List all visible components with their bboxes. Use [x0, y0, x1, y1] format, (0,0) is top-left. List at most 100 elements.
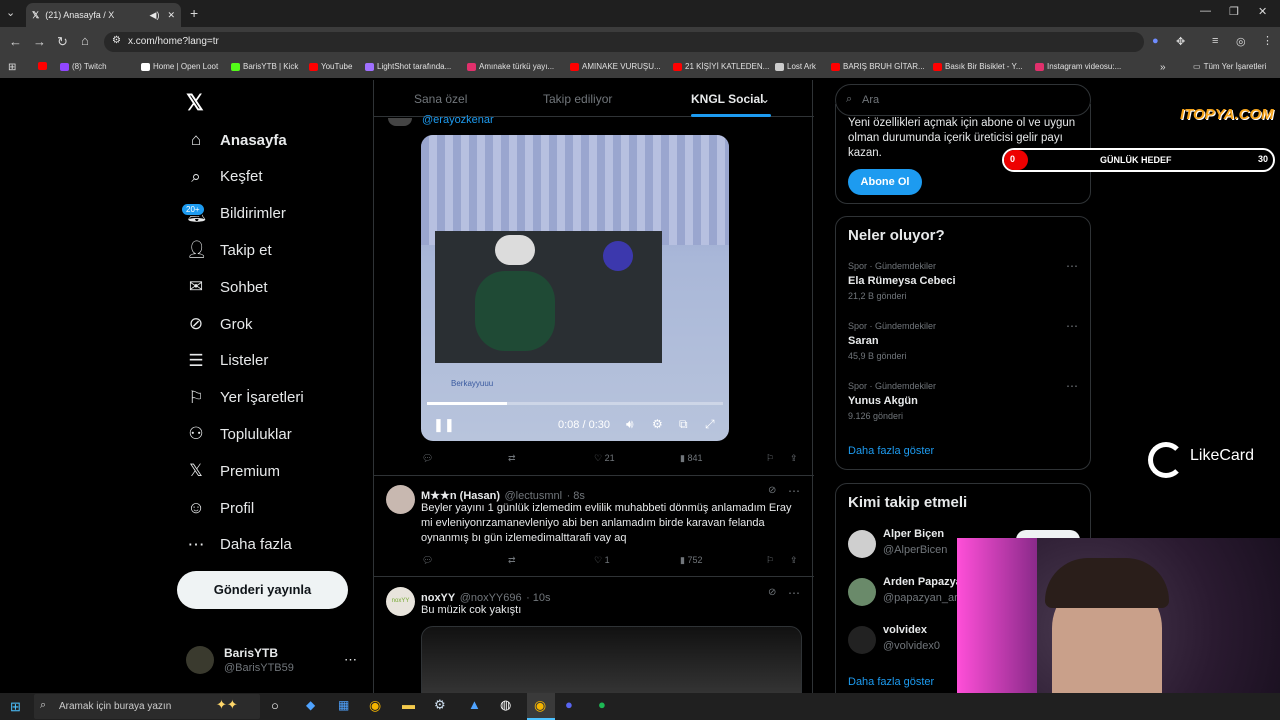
bookmark-item[interactable]: Amınake türkü yayı... [467, 62, 554, 71]
grok-icon[interactable]: ⊘ [768, 485, 776, 496]
app-icon[interactable]: ▲ [468, 697, 481, 712]
views-stat[interactable]: ▮ 841 [680, 453, 702, 464]
spotify-icon[interactable]: ● [598, 697, 606, 712]
reload-icon[interactable]: ↻ [57, 34, 68, 50]
browser-tab[interactable]: 𝕏 (21) Anasayfa / X ◀) ✕ [26, 3, 181, 27]
sidebar-item-grok[interactable]: ⊘ Grok [186, 314, 253, 334]
site-info-icon[interactable]: ⚙ [112, 35, 121, 46]
taskbar-search[interactable]: ⌕ Aramak için buraya yazın ✦✦ [34, 694, 260, 719]
menu-icon[interactable]: ⋮ [1262, 34, 1273, 47]
bookmark-youtube-icon[interactable] [38, 62, 47, 70]
like-button[interactable]: ♡ 1 [594, 555, 610, 566]
sidebar-item-bookmark[interactable]: ⚐ Yer İşaretleri [186, 388, 303, 408]
close-window-button[interactable]: ✕ [1258, 5, 1267, 18]
explorer-icon[interactable]: ▬ [402, 697, 415, 712]
sidebar-item-mail[interactable]: ✉ Sohbet [186, 277, 268, 297]
maximize-button[interactable]: ❐ [1229, 5, 1239, 18]
minimize-button[interactable]: — [1200, 5, 1211, 17]
pip-icon[interactable]: ⧉ [679, 417, 688, 432]
sidebar-item-profile[interactable]: ☺ Profil [186, 498, 254, 518]
avatar[interactable]: noxYY [386, 587, 415, 616]
video-thumbnail[interactable] [421, 626, 802, 693]
trend-menu-icon[interactable]: ⋯ [1066, 379, 1078, 393]
avatar[interactable] [386, 485, 415, 514]
settings-icon[interactable]: ⚙ [652, 417, 663, 431]
bookmark-item[interactable]: (8) Twitch [60, 62, 107, 71]
tab-kngl-social[interactable]: KNGL Social [691, 92, 763, 106]
user-avatar[interactable] [186, 646, 214, 674]
bookmark-item[interactable]: Home | Open Loot [141, 62, 218, 71]
reply-icon[interactable]: 💬︎ [422, 555, 433, 566]
trend-menu-icon[interactable]: ⋯ [1066, 259, 1078, 273]
share-icon[interactable]: ⇪ [790, 453, 798, 464]
tab-for-you[interactable]: Sana özel [414, 92, 467, 106]
tweet-menu-icon[interactable]: ⋯ [788, 586, 800, 600]
bookmark-item[interactable]: BARIŞ BRUH GİTAR... [831, 62, 925, 71]
sidebar-item-communities[interactable]: ⚇ Topluluklar [186, 424, 291, 444]
bookmark-item[interactable]: AMINAKE VURUŞU... [570, 62, 661, 71]
volume-icon[interactable]: 🔊︎ [626, 417, 634, 432]
chrome-icon[interactable]: ◉ [369, 697, 381, 714]
media-icon[interactable]: ≡ [1212, 35, 1218, 47]
bookmark-icon[interactable]: ⚐ [766, 453, 774, 464]
steam-icon[interactable]: ⚙ [434, 697, 446, 713]
all-bookmarks[interactable]: ▭ Tüm Yer İşaretleri [1193, 62, 1266, 71]
pause-icon[interactable]: ❚❚ [433, 417, 455, 433]
sidebar-item-more[interactable]: ⋯ Daha fazla [186, 535, 292, 555]
avatar[interactable] [848, 530, 876, 558]
windows-start-icon[interactable]: ⊞ [10, 699, 21, 715]
retweet-icon[interactable]: ⇄ [508, 555, 516, 566]
back-icon[interactable]: ← [9, 34, 22, 49]
sidebar-item-list[interactable]: ☰ Listeler [186, 351, 268, 371]
bookmark-item[interactable]: Basık Bir Bisiklet - Y... [933, 62, 1023, 71]
bookmark-item[interactable]: Instagram videosu:... [1035, 62, 1121, 71]
mention-link[interactable]: @erayozkenar [422, 114, 494, 126]
sidebar-item-add-user[interactable]: 👤︎ Takip et [186, 240, 272, 260]
subscribe-button[interactable]: Abone Ol [848, 169, 922, 195]
profile-circle-icon[interactable]: ◎ [1236, 35, 1246, 48]
views-stat[interactable]: ▮ 752 [680, 555, 702, 566]
discord-icon[interactable]: ● [565, 697, 573, 712]
chevron-down-icon[interactable]: ⌄ [760, 92, 770, 106]
tab-following[interactable]: Takip ediliyor [543, 92, 612, 106]
like-button[interactable]: ♡ 21 [594, 453, 615, 464]
sidebar-item-x-logo[interactable]: 𝕏 Premium [186, 461, 280, 481]
app-icon[interactable]: ◆ [306, 698, 315, 712]
avatar[interactable] [848, 578, 876, 606]
new-tab-button[interactable]: + [190, 5, 198, 21]
share-icon[interactable]: ⇪ [790, 555, 798, 566]
grok-icon[interactable]: ⊘ [768, 587, 776, 598]
trend-name[interactable]: Ela Rümeysa Cebeci [848, 275, 956, 287]
fullscreen-icon[interactable]: ⤢ [705, 417, 715, 432]
reply-icon[interactable]: 💬︎ [422, 453, 433, 464]
video-progress[interactable] [427, 402, 723, 405]
apps-icon[interactable]: ⊞ [8, 62, 16, 73]
bookmark-item[interactable]: 21 KİŞİYİ KATLEDEN... [673, 62, 769, 71]
x-logo-icon[interactable]: 𝕏 [186, 90, 204, 116]
trend-menu-icon[interactable]: ⋯ [1066, 319, 1078, 333]
avatar[interactable] [848, 626, 876, 654]
follow-name[interactable]: Arden Papazya [883, 576, 962, 588]
obs-icon[interactable]: ◍ [500, 697, 511, 713]
video-player[interactable]: Berkayyuuu ❚❚ 0:08 / 0:30 🔊︎ ⚙ ⧉ ⤢ [421, 135, 729, 441]
tweet-menu-icon[interactable]: ⋯ [788, 484, 800, 498]
store-icon[interactable]: ▦ [338, 698, 349, 712]
retweet-icon[interactable]: ⇄ [508, 453, 516, 464]
home-button-icon[interactable]: ⌂ [81, 33, 89, 48]
account-menu-icon[interactable]: ⋯ [344, 652, 357, 668]
puzzle-icon[interactable]: ✥ [1176, 35, 1185, 48]
bookmark-item[interactable]: Lost Ark [775, 62, 816, 71]
bookmark-icon[interactable]: ⚐ [766, 555, 774, 566]
trend-name[interactable]: Saran [848, 335, 879, 347]
tab-list-icon[interactable]: ⌄ [6, 6, 15, 19]
sidebar-item-home[interactable]: ⌂ Anasayfa [186, 130, 287, 150]
follow-name[interactable]: volvidex [883, 624, 927, 636]
post-button[interactable]: Gönderi yayınla [177, 571, 348, 609]
more-bookmarks-icon[interactable]: » [1160, 62, 1166, 73]
url-field[interactable]: ⚙ x.com/home?lang=tr [104, 32, 1144, 52]
bookmark-item[interactable]: LightShot tarafında... [365, 62, 451, 71]
bookmark-item[interactable]: BarisYTB | Kick [231, 62, 298, 71]
follow-name[interactable]: Alper Biçen [883, 528, 944, 540]
forward-icon[interactable]: → [33, 34, 46, 49]
close-tab-icon[interactable]: ✕ [167, 10, 175, 21]
